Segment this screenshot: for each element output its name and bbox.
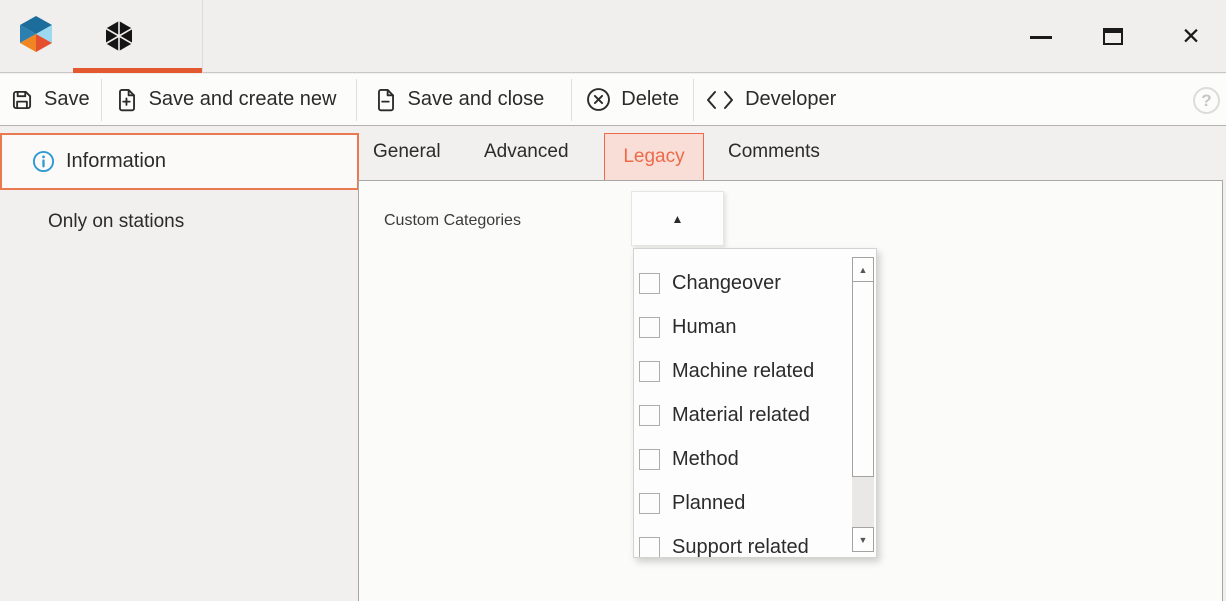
close-button[interactable]: ✕ — [1168, 0, 1214, 73]
save-and-create-new-label: Save and create new — [149, 88, 337, 111]
maximize-icon — [1103, 28, 1123, 45]
application-window: ✕ Save Save and create new — [0, 0, 1226, 601]
sidebar-item-only-on-stations[interactable]: Only on stations — [0, 205, 358, 239]
save-icon — [9, 87, 35, 113]
close-icon: ✕ — [1181, 25, 1200, 48]
dropdown-option-changeover[interactable]: Changeover — [634, 261, 876, 305]
sidebar-item-label: Only on stations — [48, 211, 184, 233]
scroll-down-icon: ▼ — [859, 535, 868, 545]
save-button[interactable]: Save — [9, 87, 90, 113]
maximize-button[interactable] — [1090, 0, 1136, 73]
tab-general[interactable]: General — [373, 141, 441, 163]
option-label: Method — [672, 448, 739, 471]
scrollbar-thumb[interactable] — [852, 282, 874, 477]
tab-advanced[interactable]: Advanced — [484, 141, 569, 163]
dropdown-option-support-related[interactable]: Support related — [634, 525, 876, 558]
checkbox[interactable] — [639, 273, 660, 294]
scroll-up-icon: ▲ — [859, 265, 868, 275]
info-icon — [32, 150, 55, 173]
delete-circle-icon — [585, 86, 612, 113]
sidebar-item-label: Information — [66, 150, 166, 173]
tab-strip: General Advanced Legacy Comments — [358, 127, 1226, 180]
document-add-icon — [114, 87, 140, 113]
option-label: Support related — [672, 536, 809, 559]
tab-legacy[interactable]: Legacy — [604, 133, 704, 180]
scroll-down-button[interactable]: ▼ — [852, 527, 874, 552]
developer-button[interactable]: Developer — [704, 88, 836, 112]
minimize-button[interactable] — [1018, 0, 1064, 73]
dropdown-scrollbar[interactable]: ▲ ▼ — [852, 257, 874, 552]
checkbox[interactable] — [639, 449, 660, 470]
toolbar-separator — [693, 79, 694, 121]
delete-button[interactable]: Delete — [585, 86, 679, 113]
option-label: Material related — [672, 404, 810, 427]
checkbox[interactable] — [639, 537, 660, 558]
chevron-up-icon: ▲ — [672, 212, 684, 226]
toolbar-separator — [571, 79, 572, 121]
tab-comments[interactable]: Comments — [728, 141, 820, 163]
option-label: Machine related — [672, 360, 814, 383]
dropdown-option-material-related[interactable]: Material related — [634, 393, 876, 437]
scrollbar-track[interactable] — [852, 477, 874, 527]
help-icon: ? — [1201, 91, 1211, 111]
sidebar-item-information[interactable]: Information — [0, 133, 359, 190]
titlebar: ✕ — [0, 0, 1226, 73]
titlebar-tab[interactable] — [73, 0, 203, 73]
help-button[interactable]: ? — [1193, 87, 1220, 114]
toolbar-separator — [356, 79, 357, 121]
save-and-close-button[interactable]: Save and close — [373, 87, 545, 113]
code-brackets-icon — [704, 88, 736, 112]
checkbox[interactable] — [639, 493, 660, 514]
black-cube-icon — [105, 21, 133, 51]
minimize-icon — [1030, 36, 1052, 39]
dropdown-option-planned[interactable]: Planned — [634, 481, 876, 525]
app-logo-icon — [20, 16, 52, 52]
dropdown-option-machine-related[interactable]: Machine related — [634, 349, 876, 393]
legacy-tab-panel: Custom Categories ▲ Changeover Human Mac… — [358, 180, 1223, 601]
active-tab-underline — [73, 68, 202, 73]
toolbar-separator — [101, 79, 102, 121]
option-label: Human — [672, 316, 736, 339]
custom-categories-label: Custom Categories — [384, 212, 521, 230]
custom-categories-dropdown-button[interactable]: ▲ — [631, 191, 724, 246]
option-label: Planned — [672, 492, 745, 515]
delete-button-label: Delete — [621, 88, 679, 111]
custom-categories-dropdown-list: Changeover Human Machine related Materia… — [633, 248, 877, 558]
developer-button-label: Developer — [745, 88, 836, 111]
save-button-label: Save — [44, 88, 90, 111]
dropdown-option-human[interactable]: Human — [634, 305, 876, 349]
save-and-close-label: Save and close — [408, 88, 545, 111]
tab-legacy-label: Legacy — [623, 146, 684, 168]
sidebar: Information Only on stations — [0, 127, 358, 601]
toolbar: Save Save and create new Save and close — [0, 74, 1226, 126]
scroll-up-button[interactable]: ▲ — [852, 257, 874, 282]
checkbox[interactable] — [639, 317, 660, 338]
document-remove-icon — [373, 87, 399, 113]
dropdown-option-method[interactable]: Method — [634, 437, 876, 481]
save-and-create-new-button[interactable]: Save and create new — [114, 87, 337, 113]
option-label: Changeover — [672, 272, 781, 295]
checkbox[interactable] — [639, 361, 660, 382]
checkbox[interactable] — [639, 405, 660, 426]
